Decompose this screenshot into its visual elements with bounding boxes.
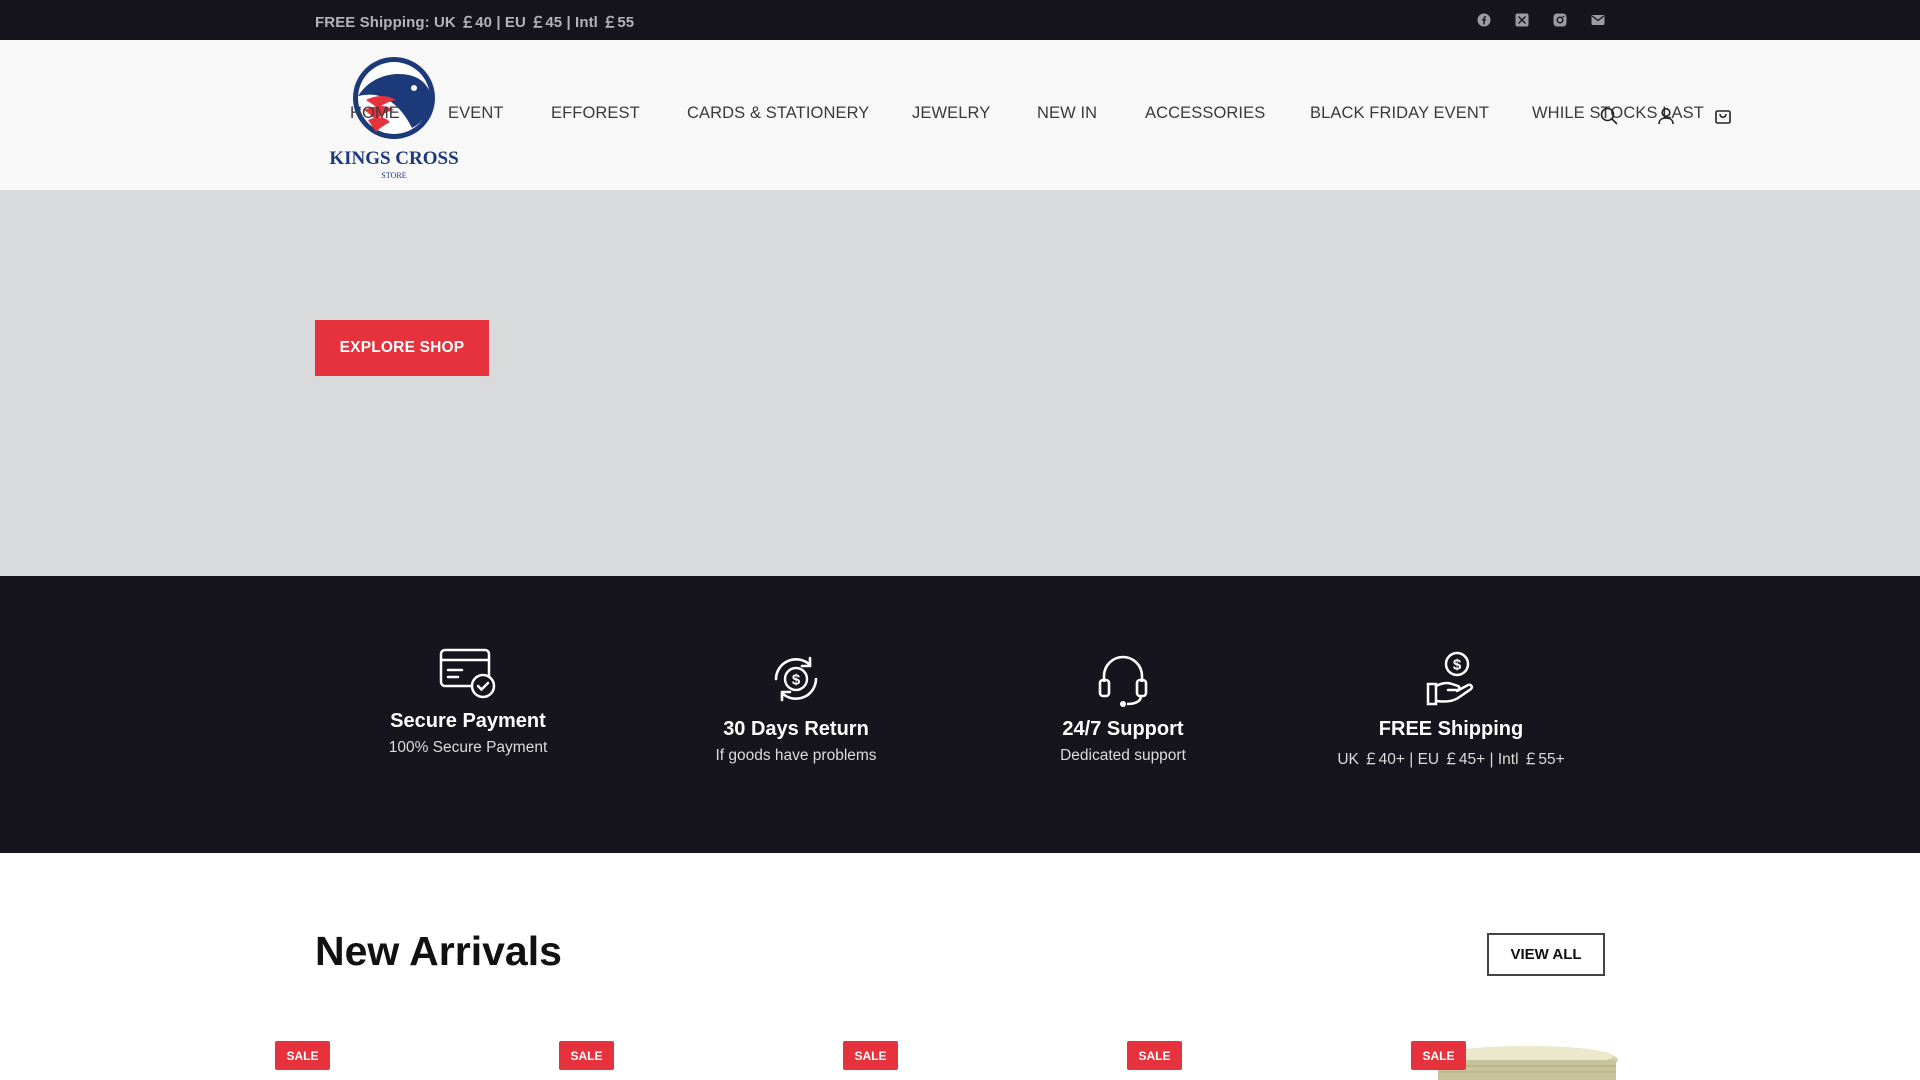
nav-jewelry[interactable]: JEWELRY — [912, 104, 990, 123]
sale-badge: SALE — [843, 1041, 898, 1070]
logo-name: KINGS CROSS — [329, 148, 458, 169]
sale-badge: SALE — [559, 1041, 614, 1070]
feature-title: Secure Payment — [390, 710, 546, 732]
feature-subtitle: Dedicated support — [1060, 747, 1186, 764]
x-icon[interactable] — [1514, 12, 1530, 28]
support-headset-icon — [1098, 655, 1148, 707]
nav-event[interactable]: EVENT — [448, 104, 504, 123]
nav-efforest[interactable]: EFFOREST — [551, 104, 640, 123]
svg-text:$: $ — [1453, 657, 1462, 674]
feature-title: FREE Shipping — [1378, 718, 1524, 740]
view-all-button[interactable]: VIEW ALL — [1487, 933, 1605, 976]
nav-cards-stationery[interactable]: CARDS & STATIONERY — [687, 104, 869, 123]
user-icon[interactable] — [1654, 104, 1678, 128]
search-icon[interactable] — [1597, 104, 1621, 128]
shipping-notice: FREE Shipping: UK ￡40 | EU ￡45 | Intl ￡5… — [315, 14, 635, 31]
features-strip: Secure Payment 100% Secure Payment $ 30 … — [0, 576, 1920, 853]
shipping-money-icon: $ — [1426, 651, 1474, 706]
new-arrivals-heading: New Arrivals — [315, 928, 562, 974]
sale-badge: SALE — [1411, 1041, 1466, 1070]
feature-support: 24/7 Support Dedicated support — [973, 650, 1273, 765]
svg-text:$: $ — [792, 672, 801, 689]
nav-black-friday-event[interactable]: BLACK FRIDAY EVENT — [1310, 104, 1489, 123]
instagram-icon[interactable] — [1552, 12, 1568, 28]
top-bar: FREE Shipping: UK ￡40 | EU ￡45 | Intl ￡5… — [0, 0, 1920, 40]
feature-title: 30 Days Return — [723, 718, 869, 740]
feature-subtitle: If goods have problems — [715, 747, 877, 764]
sale-badge: SALE — [1127, 1041, 1182, 1070]
facebook-icon[interactable] — [1476, 12, 1492, 28]
nav-home[interactable]: HOME — [350, 104, 400, 123]
logo-sub: STORE — [381, 171, 406, 180]
site-header: KINGS CROSS STORE HOME EVENT EFFOREST CA… — [0, 40, 1920, 190]
return-icon: $ — [774, 656, 818, 702]
explore-shop-button[interactable]: EXPLORE SHOP — [315, 320, 489, 376]
nav-accessories[interactable]: ACCESSORIES — [1145, 104, 1265, 123]
cart-icon[interactable] — [1711, 104, 1735, 128]
feature-30-days-return: $ 30 Days Return If goods have problems — [646, 650, 946, 765]
feature-subtitle: UK ￡40+ | EU ￡45+ | Intl ￡55+ — [1337, 751, 1565, 768]
feature-free-shipping: $ FREE Shipping UK ￡40+ | EU ￡45+ | Intl… — [1301, 650, 1601, 769]
sale-badge: SALE — [275, 1041, 330, 1070]
nav-new-in[interactable]: NEW IN — [1037, 104, 1097, 123]
feature-secure-payment: Secure Payment 100% Secure Payment — [318, 648, 618, 757]
feature-title: 24/7 Support — [1062, 718, 1184, 740]
hero-banner: EXPLORE SHOP — [0, 190, 1920, 576]
feature-subtitle: 100% Secure Payment — [388, 739, 548, 756]
email-icon[interactable] — [1590, 12, 1606, 28]
secure-payment-icon — [439, 648, 496, 699]
